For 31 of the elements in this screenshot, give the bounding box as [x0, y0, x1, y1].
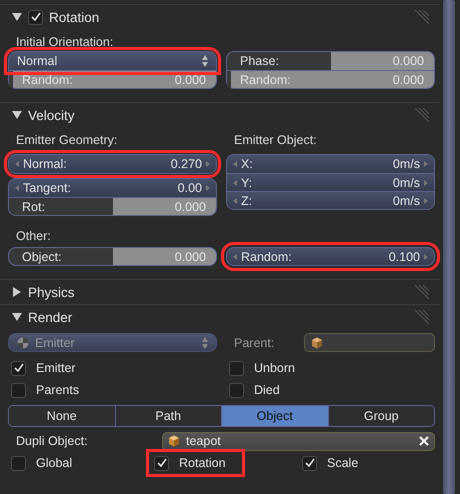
panel-title: Physics — [28, 284, 76, 300]
checkbox-label: Died — [254, 383, 280, 397]
slider[interactable]: Object: 0.000 — [8, 247, 217, 266]
field-label: Emitter Geometry: — [15, 132, 118, 149]
tab[interactable]: Path — [114, 406, 221, 426]
field-label: Initial Orientation: — [15, 34, 114, 51]
number-field[interactable]: Z: 0m/s — [227, 191, 434, 209]
number-field[interactable]: Y: 0m/s — [227, 173, 434, 191]
field-label: Parent: — [233, 336, 276, 350]
panel-title: Render — [28, 310, 74, 324]
object-field[interactable]: teapot — [162, 432, 435, 450]
panel-title: Velocity — [28, 108, 76, 122]
slider[interactable]: Phase: 0.000 — [227, 52, 434, 70]
slider[interactable]: Rot: 0.000 — [9, 197, 216, 215]
checkbox-label: Global — [36, 456, 72, 470]
field-label: Emitter Object: — [233, 132, 318, 149]
checkbox-label: Rotation — [179, 456, 226, 470]
checkbox-label: Unborn — [254, 361, 295, 375]
tab[interactable]: None — [9, 406, 114, 426]
orientation-dropdown[interactable]: Normal — [9, 52, 216, 70]
checkbox-label: Scale — [327, 456, 358, 470]
number-field[interactable]: Normal: 0.270 — [9, 155, 216, 173]
number-field[interactable]: Tangent: 0.00 — [9, 179, 216, 197]
checkbox-label: Parents — [36, 383, 80, 397]
checkbox-label: Emitter — [36, 361, 76, 375]
field-label: Other: — [15, 228, 52, 245]
number-field[interactable]: X: 0m/s — [227, 155, 434, 173]
field-label: Dupli Object: — [15, 434, 89, 448]
tab[interactable]: Object — [221, 406, 328, 426]
tab[interactable]: Group — [328, 406, 434, 426]
panel-title: Rotation — [49, 10, 100, 24]
